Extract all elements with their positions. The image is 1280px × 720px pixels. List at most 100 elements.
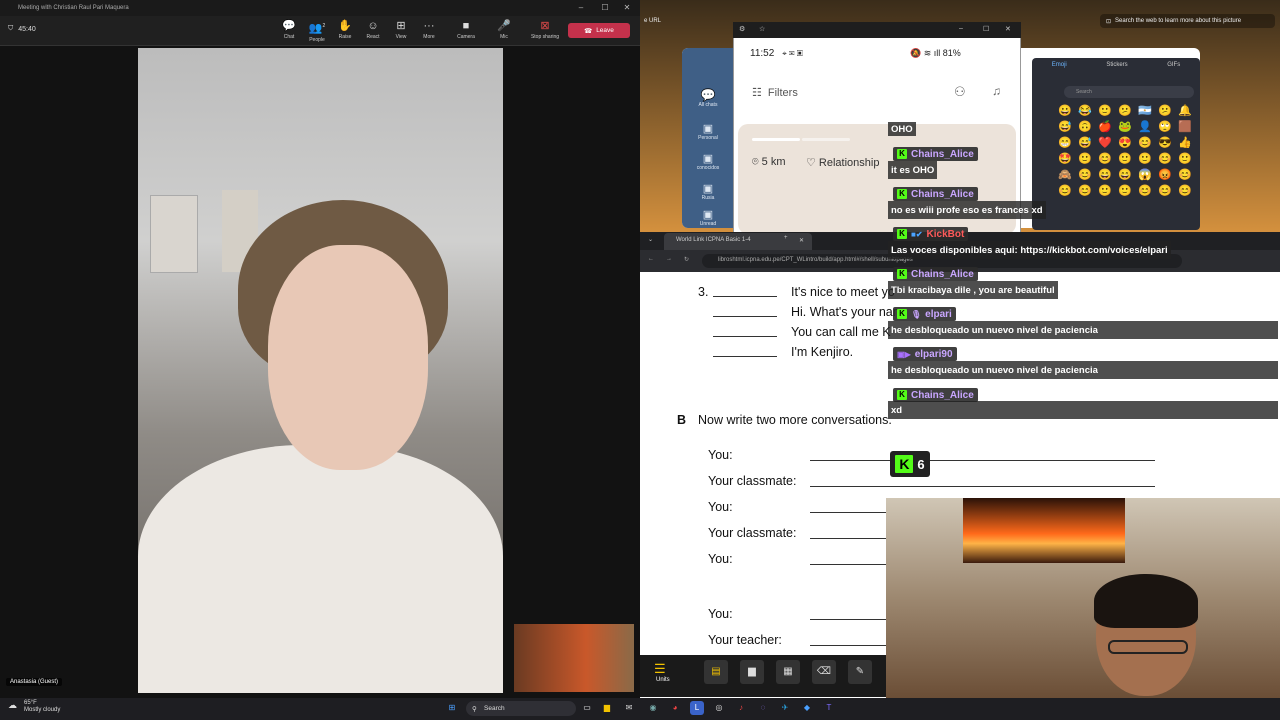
visual-search-hint[interactable]: ⊡ Search the web to learn more about thi… bbox=[1100, 14, 1275, 28]
raise-hand-button[interactable]: ✋ Raise bbox=[332, 19, 358, 40]
emoji-item[interactable]: 🙂 bbox=[1138, 152, 1158, 165]
units-icon[interactable]: ☰ bbox=[654, 661, 666, 677]
maximize-button[interactable]: ☐ bbox=[983, 25, 989, 33]
emoji-item[interactable]: 🙂 bbox=[1098, 184, 1118, 197]
tiktok-icon[interactable]: ♪ bbox=[734, 701, 748, 715]
emoji-item[interactable]: ❤️ bbox=[1098, 136, 1118, 149]
chat-button[interactable]: 💬 Chat bbox=[276, 19, 302, 40]
sidebar-item-all-chats[interactable]: 💬 All chats bbox=[682, 88, 734, 108]
answer-line[interactable] bbox=[810, 512, 886, 513]
task-view-icon[interactable]: ▭ bbox=[580, 701, 594, 715]
emoji-search-input[interactable]: Search bbox=[1064, 86, 1194, 98]
file-explorer-icon[interactable]: ▆ bbox=[600, 701, 614, 715]
tab-close-icon[interactable]: ✕ bbox=[799, 237, 804, 244]
tab-menu-icon[interactable]: ⌄ bbox=[648, 236, 653, 243]
weather-widget[interactable]: ☁ 65°F Mostly cloudy bbox=[8, 700, 60, 714]
answer-line[interactable] bbox=[810, 619, 886, 620]
emoji-item[interactable]: 😊 bbox=[1078, 168, 1098, 181]
emoji-item[interactable]: 🙂 bbox=[1118, 184, 1138, 197]
teams-icon[interactable]: T bbox=[822, 701, 836, 715]
emoji-item[interactable]: 😂 bbox=[1078, 104, 1098, 117]
emoji-item[interactable]: 👍 bbox=[1178, 136, 1198, 149]
emoji-item[interactable]: 👤 bbox=[1138, 120, 1158, 133]
emoji-item[interactable]: 😄 bbox=[1098, 168, 1118, 181]
sidebar-item-conocidos[interactable]: ▣ conocidos bbox=[682, 152, 734, 171]
sidebar-item-rusia[interactable]: ▣ Rusia bbox=[682, 182, 734, 201]
answer-line[interactable] bbox=[810, 486, 1155, 487]
more-button[interactable]: ··· More bbox=[416, 19, 442, 40]
answer-line[interactable] bbox=[810, 645, 886, 646]
emoji-item[interactable]: 😊 bbox=[1098, 152, 1118, 165]
add-person-icon[interactable]: ⚇ bbox=[954, 84, 966, 100]
emoji-item[interactable]: 😎 bbox=[1158, 136, 1178, 149]
emoji-item[interactable]: 😁 bbox=[1058, 136, 1078, 149]
app-icon[interactable]: ◆ bbox=[800, 701, 814, 715]
emoji-item[interactable]: 😊 bbox=[1138, 136, 1158, 149]
stop-sharing-button[interactable]: ⊠ Stop sharing bbox=[528, 19, 562, 40]
maximize-button[interactable]: ☐ bbox=[594, 0, 616, 16]
emoji-item[interactable]: 😡 bbox=[1158, 168, 1178, 181]
emoji-item[interactable]: 🙂 bbox=[1078, 152, 1098, 165]
emoji-item[interactable]: 😱 bbox=[1138, 168, 1158, 181]
emoji-item[interactable]: 😊 bbox=[1078, 184, 1098, 197]
units-label[interactable]: Units bbox=[656, 677, 670, 683]
app-icon[interactable]: ✉ bbox=[622, 701, 636, 715]
forward-icon[interactable]: → bbox=[666, 256, 672, 262]
emoji-item[interactable]: 🇦🇷 bbox=[1138, 104, 1158, 117]
pen-tool-button[interactable]: ✎ bbox=[848, 660, 872, 684]
close-button[interactable]: ✕ bbox=[616, 0, 638, 16]
chrome-icon[interactable]: ◕ bbox=[668, 701, 682, 715]
bell-icon[interactable]: ♫ bbox=[992, 84, 1001, 98]
view-button[interactable]: ⊞ View bbox=[388, 19, 414, 40]
self-view-video[interactable] bbox=[514, 624, 634, 692]
minimize-button[interactable]: – bbox=[959, 25, 963, 32]
minimize-button[interactable]: – bbox=[570, 0, 592, 16]
answer-line[interactable] bbox=[810, 564, 886, 565]
emoji-item[interactable]: 🙂 bbox=[1178, 152, 1198, 165]
emoji-item[interactable]: 🙂 bbox=[1098, 104, 1118, 117]
emoji-item[interactable]: 😍 bbox=[1118, 136, 1138, 149]
leave-button[interactable]: ☎ Leave bbox=[568, 23, 630, 38]
emoji-item[interactable]: 😀 bbox=[1058, 104, 1078, 117]
tab-emoji[interactable]: Emoji bbox=[1052, 62, 1067, 76]
emoji-item[interactable]: 🔔 bbox=[1178, 104, 1198, 117]
emoji-item[interactable]: 🟫 bbox=[1178, 120, 1198, 133]
back-icon[interactable]: ← bbox=[648, 256, 654, 262]
layout-tool-button[interactable]: ▦ bbox=[776, 660, 800, 684]
close-button[interactable]: ✕ bbox=[1005, 25, 1011, 33]
tab-stickers[interactable]: Stickers bbox=[1106, 62, 1127, 76]
filters-button[interactable]: ☷ Filters bbox=[752, 86, 798, 100]
emoji-item[interactable]: 😊 bbox=[1058, 184, 1078, 197]
emoji-item[interactable]: 🙃 bbox=[1078, 120, 1098, 133]
emoji-item[interactable]: 😊 bbox=[1158, 152, 1178, 165]
eraser-tool-button[interactable]: ⌫ bbox=[812, 660, 836, 684]
new-tab-icon[interactable]: + bbox=[784, 235, 788, 241]
emoji-item[interactable]: 😄 bbox=[1118, 168, 1138, 181]
obs-icon[interactable]: ◎ bbox=[712, 701, 726, 715]
app-icon[interactable]: ◉ bbox=[646, 701, 660, 715]
emoji-item[interactable]: 😊 bbox=[1158, 184, 1178, 197]
emoji-item[interactable]: 🙈 bbox=[1058, 168, 1078, 181]
browser-tab[interactable]: World Link ICPNA Basic 1-4 ✕ bbox=[664, 233, 812, 250]
start-icon[interactable]: ⊞ bbox=[445, 701, 459, 715]
emoji-item[interactable]: 🙂 bbox=[1118, 152, 1138, 165]
answer-line[interactable] bbox=[810, 538, 886, 539]
emoji-item[interactable]: 😅 bbox=[1078, 136, 1098, 149]
telegram-icon[interactable]: ✈ bbox=[778, 701, 792, 715]
settings-icon[interactable]: ⚙ bbox=[739, 25, 745, 33]
sidebar-item-unread[interactable]: ▣ Unread bbox=[682, 208, 734, 227]
tab-gifs[interactable]: GIFs bbox=[1167, 62, 1180, 76]
pin-icon[interactable]: ☆ bbox=[759, 25, 765, 33]
emoji-item[interactable]: 🐸 bbox=[1118, 120, 1138, 133]
camera-button[interactable]: ■ Camera bbox=[453, 19, 479, 40]
answer-line[interactable] bbox=[810, 460, 1155, 461]
mic-button[interactable]: 🎤 Mic bbox=[491, 19, 517, 40]
emoji-item[interactable]: 🙄 bbox=[1158, 120, 1178, 133]
taskbar-search[interactable]: ⚲ Search bbox=[466, 701, 576, 716]
sidebar-item-personal[interactable]: ▣ Personal bbox=[682, 122, 734, 141]
highlight-tool-button[interactable]: ▤ bbox=[704, 660, 728, 684]
react-button[interactable]: ☺ React bbox=[360, 19, 386, 40]
app-icon[interactable]: ◌ bbox=[756, 701, 770, 715]
emoji-item[interactable]: 😊 bbox=[1138, 184, 1158, 197]
emoji-item[interactable]: 🤩 bbox=[1058, 152, 1078, 165]
